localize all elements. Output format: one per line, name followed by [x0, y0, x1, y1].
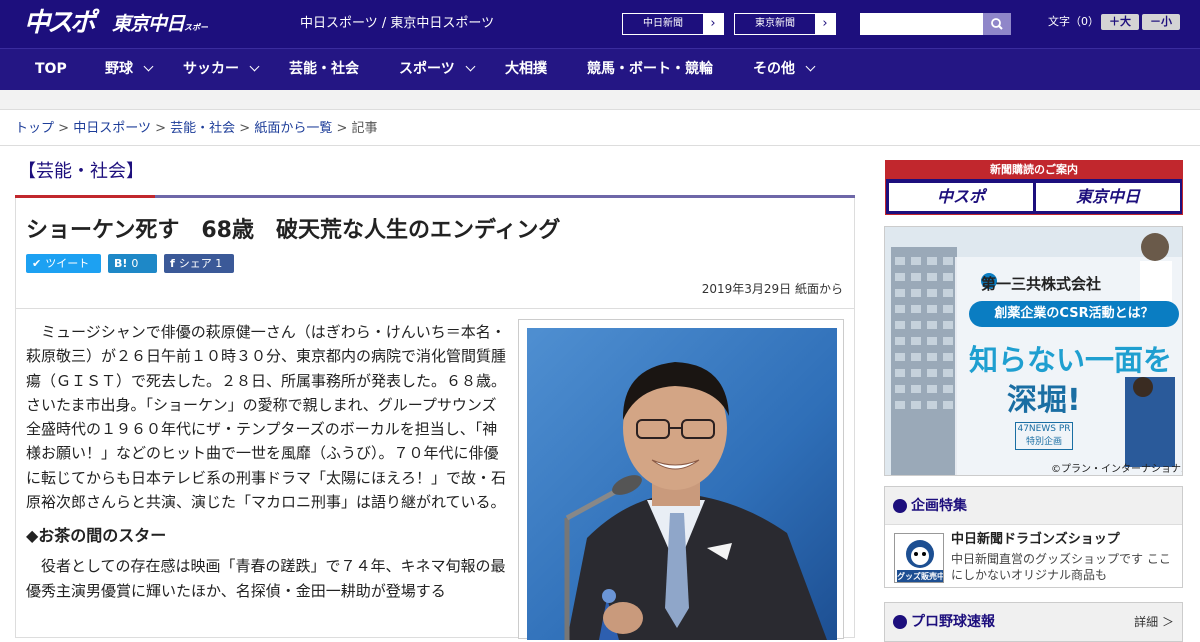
nav-label: 野球 [105, 61, 133, 77]
search-icon [991, 18, 1003, 30]
chunichi-link-button[interactable]: 中日新聞 › [622, 13, 724, 35]
baseball-details-link[interactable]: 詳細 ＞ [1134, 613, 1174, 630]
breadcrumb-paper-list[interactable]: 紙面から一覧 [254, 121, 332, 136]
facebook-icon: f [170, 257, 175, 270]
hatena-bookmark-button[interactable]: B! 0 [108, 254, 157, 273]
subscribe-chuspo-logo[interactable]: 中スポ [889, 183, 1033, 211]
search-input[interactable] [860, 13, 983, 35]
nav-label: その他 [753, 61, 795, 77]
chevron-down-icon [805, 61, 816, 72]
site-header: 中スポ 東京中日スポーツ 中日スポーツ / 東京中日スポーツ 中日新聞 › 東京… [0, 0, 1200, 48]
article-paragraph: 役者としての存在感は映画「青春の蹉跌」で７４年、キネマ旬報の最優秀主演男優賞に輝… [26, 557, 506, 600]
site-names: 中日スポーツ / 東京中日スポーツ [300, 16, 495, 31]
shop-description: 中日新聞直営のグッズショップです ここにしかないオリジナル商品も [951, 552, 1171, 582]
ad-badge: 47NEWS PR特別企画 [1015, 422, 1073, 450]
shop-thumbnail[interactable]: グッズ販売中 [894, 533, 944, 583]
twitter-icon: ✔ [32, 257, 42, 270]
hatena-icon: B! [114, 257, 128, 270]
nav-label: TOP [35, 61, 67, 77]
nav-label: スポーツ [399, 61, 455, 77]
nav-label: 競馬・ボート・競輪 [587, 61, 713, 77]
chevron-down-icon [249, 61, 260, 72]
breadcrumb-entertainment[interactable]: 芸能・社会 [170, 121, 235, 136]
nav-item-soccer[interactable]: サッカー [183, 49, 260, 91]
hatena-count: 0 [131, 257, 139, 270]
facebook-share-button[interactable]: f シェア 1 [164, 254, 234, 273]
shop-name-link[interactable]: 中日新聞ドラゴンズショップ [951, 531, 1120, 549]
subscription-header: 新聞購読のご案内 [886, 161, 1182, 179]
subscription-banner[interactable]: 新聞購読のご案内 中スポ 東京中日 [885, 160, 1183, 215]
search-button[interactable] [983, 13, 1011, 35]
nav-label: 大相撲 [505, 61, 547, 77]
thumb-label: グッズ販売中 [897, 572, 944, 581]
font-size-label: 文字（0） [1048, 15, 1099, 28]
fb-label: シェア [178, 257, 212, 270]
portrait-image [527, 328, 837, 640]
baseball-scores-box: プロ野球速報 詳細 ＞ [884, 602, 1183, 642]
baseball-icon [893, 615, 907, 629]
chevron-right-icon: › [815, 14, 835, 34]
ad-tagline: 創薬企業のCSR活動とは？ [969, 301, 1179, 327]
article-photo[interactable] [527, 328, 837, 640]
article-title: ショーケン死す 68歳 破天荒な人生のエンディング [26, 218, 561, 243]
breadcrumb-separator: > [239, 121, 251, 136]
tweet-button[interactable]: ✔ ツイート [26, 254, 101, 273]
main-nav: TOP 野球 サッカー 芸能・社会 スポーツ 大相撲 競馬・ボート・競輪 その他 [0, 48, 1200, 90]
breadcrumb-chunichi-sports[interactable]: 中日スポーツ [73, 121, 151, 136]
nav-label: サッカー [183, 61, 239, 77]
feature-header: 企画特集 [885, 487, 1182, 525]
ad-credit: ©プラン・インターナショナル [1051, 464, 1183, 475]
tokyo-link-button[interactable]: 東京新聞 › [734, 13, 836, 35]
breadcrumb-separator: > [155, 121, 166, 136]
breadcrumb-separator: > [336, 121, 348, 136]
font-larger-button[interactable]: ＋大 [1101, 14, 1139, 30]
advertisement-banner[interactable]: 第一三共株式会社 創薬企業のCSR活動とは？ 知らない一面を 深堀! 47NEW… [884, 226, 1183, 476]
nav-item-sports[interactable]: スポーツ [399, 49, 476, 91]
tokyo-chunichi-logo[interactable]: 東京中日スポーツ [112, 10, 208, 38]
fb-count: 1 [215, 257, 223, 270]
font-smaller-button[interactable]: －小 [1142, 14, 1180, 30]
baseball-title: プロ野球速報 [911, 614, 995, 630]
article-paragraph: ミュージシャンで俳優の萩原健一さん（はぎわら・けんいち＝本名・萩原敬三）が２６日… [26, 323, 507, 512]
nav-item-sumo[interactable]: 大相撲 [505, 49, 547, 91]
feature-title: 企画特集 [911, 498, 967, 514]
nav-item-baseball[interactable]: 野球 [105, 49, 154, 91]
feature-box: 企画特集 グッズ販売中 中日新聞ドラゴンズショップ 中日新聞直営のグッズショップ… [884, 486, 1183, 588]
article-body: ミュージシャンで俳優の萩原健一さん（はぎわら・けんいち＝本名・萩原敬三）が２６日… [26, 320, 508, 603]
nav-label: 芸能・社会 [289, 61, 359, 77]
section-heading: 【芸能・社会】 [18, 161, 144, 182]
sub-bar [0, 90, 1200, 110]
chevron-right-icon: › [703, 14, 723, 34]
breadcrumb-top[interactable]: トップ [15, 121, 54, 136]
chunichi-link-label: 中日新聞 [643, 18, 683, 29]
subscribe-tokyo-logo[interactable]: 東京中日 [1036, 183, 1180, 211]
tokyo-link-label: 東京新聞 [755, 18, 795, 29]
divider [16, 308, 854, 309]
chevron-down-icon [143, 61, 154, 72]
divider [0, 145, 1200, 146]
chuspo-logo[interactable]: 中スポ [24, 7, 102, 39]
article-subheading: ◆お茶の間のスター [26, 526, 167, 546]
ad-headline: 深堀! [1007, 383, 1081, 418]
nav-item-top[interactable]: TOP [35, 49, 67, 91]
tweet-label: ツイート [45, 257, 90, 270]
breadcrumb-current: 記事 [351, 121, 378, 136]
tokyo-logo-text: 東京中日 [112, 13, 185, 35]
nav-item-other[interactable]: その他 [753, 49, 816, 91]
chevron-down-icon [465, 61, 476, 72]
pin-icon [893, 499, 907, 513]
nav-item-entertainment[interactable]: 芸能・社会 [289, 49, 359, 91]
article-photo-frame [518, 319, 844, 640]
ad-headline: 知らない一面を [969, 343, 1173, 377]
article-date: 2019年3月29日 紙面から [701, 282, 843, 296]
tokyo-logo-small: スポーツ [184, 23, 208, 32]
ad-company: 第一三共株式会社 [981, 275, 1102, 293]
breadcrumb-separator: > [58, 121, 70, 136]
nav-item-racing[interactable]: 競馬・ボート・競輪 [587, 49, 713, 91]
breadcrumb: トップ > 中日スポーツ > 芸能・社会 > 紙面から一覧 > 記事 [15, 119, 378, 139]
